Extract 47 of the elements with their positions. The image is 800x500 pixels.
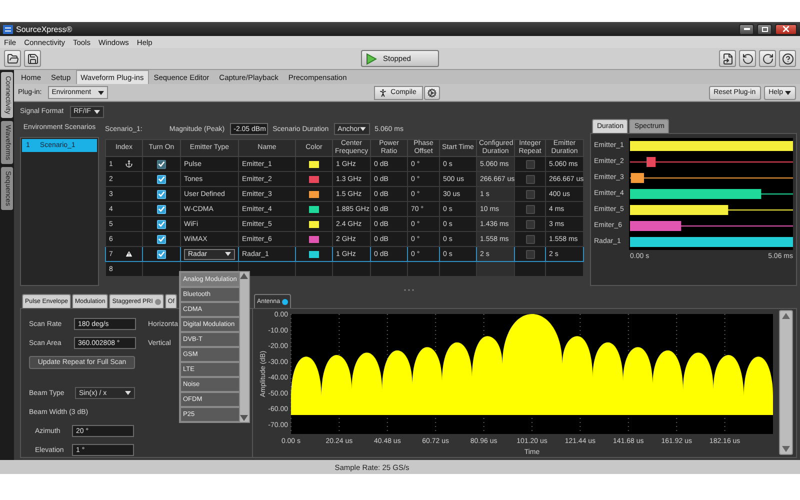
checkbox[interactable] [526, 190, 534, 198]
gear-button[interactable] [424, 86, 440, 100]
caret-icon [98, 90, 104, 94]
close-button[interactable] [775, 24, 797, 34]
scrollbar[interactable] [779, 310, 793, 455]
maximize-button[interactable] [757, 24, 772, 34]
checkbox[interactable] [157, 220, 166, 228]
checkbox[interactable] [526, 234, 534, 244]
up-arrow-icon[interactable] [782, 313, 790, 319]
checkbox[interactable] [157, 250, 166, 258]
help-icon [782, 52, 794, 64]
save-icon [26, 52, 38, 64]
refresh-icon [762, 52, 774, 64]
gear-icon [427, 88, 438, 98]
close-icon [783, 26, 789, 32]
checkbox[interactable] [526, 220, 534, 228]
save-button[interactable] [24, 50, 41, 67]
open-button[interactable] [4, 50, 21, 67]
minimize-icon [744, 28, 750, 30]
undo-icon [742, 52, 754, 64]
app-icon [3, 24, 13, 34]
caret-icon [94, 110, 100, 114]
folder-icon [6, 52, 18, 64]
caret-icon [360, 127, 366, 131]
down-arrow-icon[interactable] [782, 446, 790, 452]
caret-icon [225, 252, 231, 256]
checkbox[interactable] [157, 204, 166, 214]
person-icon [378, 88, 388, 98]
play-icon [366, 52, 377, 64]
undo-button[interactable] [739, 50, 756, 67]
caret-icon [785, 90, 791, 94]
file-arrow-button[interactable] [719, 50, 736, 67]
window-title: SourceXpress® [16, 24, 72, 34]
checkbox[interactable] [157, 234, 166, 244]
checkbox[interactable] [526, 174, 534, 184]
checkbox[interactable] [157, 190, 166, 198]
file-arrow-icon [722, 52, 734, 64]
minimize-button[interactable] [739, 24, 754, 34]
help-button[interactable] [779, 50, 796, 67]
checkbox[interactable] [526, 250, 534, 258]
checkbox[interactable] [157, 174, 166, 184]
refresh-button[interactable] [759, 50, 776, 67]
down-arrow-icon[interactable] [240, 415, 248, 421]
caret-icon [125, 391, 131, 395]
up-arrow-icon[interactable] [240, 273, 248, 279]
checkbox[interactable] [526, 204, 534, 214]
maximize-icon [762, 26, 768, 32]
